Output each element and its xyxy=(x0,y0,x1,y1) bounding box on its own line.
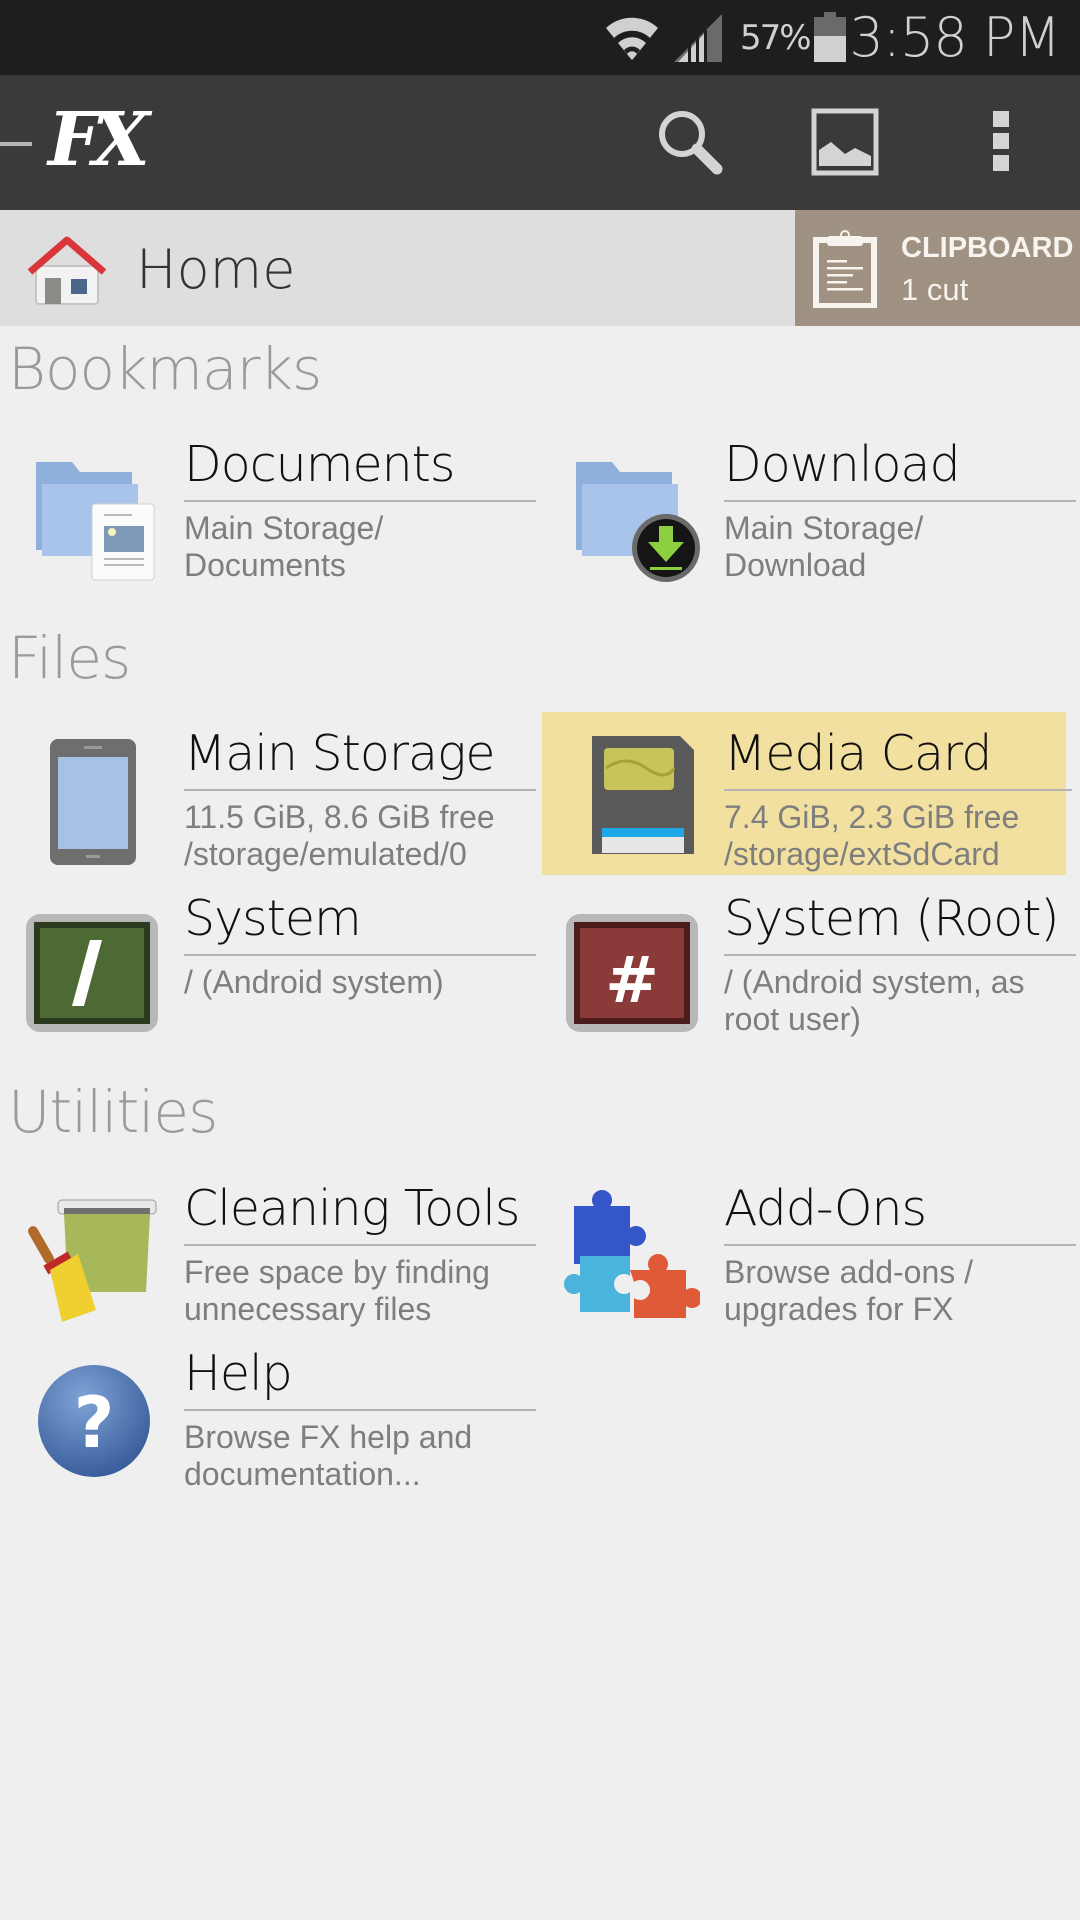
item-subtitle: Main Storage/ Documents xyxy=(184,510,384,583)
item-subtitle: 11.5 GiB, 8.6 GiB free /storage/emulated… xyxy=(184,799,495,872)
wifi-icon xyxy=(606,17,658,60)
item-title: System (Root) xyxy=(724,890,1060,947)
item-title: Help xyxy=(184,1345,293,1402)
drawer-indicator-icon[interactable] xyxy=(0,142,32,146)
item-subtitle: Main Storage/ Download xyxy=(724,510,924,583)
section-header-utilities: Utilities xyxy=(8,1078,218,1146)
divider xyxy=(184,789,536,791)
divider xyxy=(184,500,536,502)
battery-percent: 57% xyxy=(740,18,812,58)
item-title: Cleaning Tools xyxy=(184,1180,520,1237)
puzzle-addons-icon xyxy=(564,1190,700,1318)
status-bar: 57% 3:58 PM xyxy=(0,0,1080,75)
media-view-button[interactable] xyxy=(800,97,890,187)
item-subtitle: 7.4 GiB, 2.3 GiB free /storage/extSdCard xyxy=(724,799,1020,872)
divider xyxy=(184,954,536,956)
svg-text:#: # xyxy=(605,944,659,1018)
svg-text:?: ? xyxy=(74,1382,115,1464)
file-media-card[interactable]: Media Card 7.4 GiB, 2.3 GiB free /storag… xyxy=(542,712,1072,875)
item-subtitle: / (Android system) xyxy=(184,964,444,1000)
file-system[interactable]: System / (Android system) xyxy=(0,886,536,1046)
overflow-menu-button[interactable] xyxy=(956,97,1046,187)
utility-cleaning-tools[interactable]: Cleaning Tools Free space by finding unn… xyxy=(0,1176,536,1336)
system-terminal-icon xyxy=(26,914,158,1032)
divider xyxy=(724,789,1072,791)
divider xyxy=(724,500,1076,502)
search-icon xyxy=(659,111,723,175)
help-question-icon: ? xyxy=(38,1365,150,1477)
download-folder-icon xyxy=(576,462,700,582)
sd-card-icon xyxy=(592,736,694,854)
utility-add-ons[interactable]: Add-Ons Browse add-ons / upgrades for FX xyxy=(540,1176,1076,1336)
app-logo[interactable]: FX xyxy=(48,97,150,183)
breadcrumb-home[interactable]: Home xyxy=(136,238,295,301)
app-toolbar: FX xyxy=(0,75,1080,210)
divider xyxy=(724,954,1076,956)
battery-icon xyxy=(814,12,846,62)
cell-signal-icon xyxy=(674,14,722,62)
item-title: Add-Ons xyxy=(724,1180,927,1237)
item-title: Media Card xyxy=(724,725,992,782)
clipboard-icon xyxy=(813,230,877,308)
bookmark-documents[interactable]: Documents Main Storage/ Documents xyxy=(0,432,536,592)
home-icon[interactable] xyxy=(26,236,108,306)
clipboard-button[interactable]: CLIPBOARD 1 cut xyxy=(795,210,1080,326)
divider xyxy=(184,1409,536,1411)
bookmark-download[interactable]: Download Main Storage/ Download xyxy=(540,432,1076,592)
item-title: Download xyxy=(724,436,961,493)
utility-help[interactable]: ? Help Browse FX help and documentation.… xyxy=(0,1341,536,1501)
breadcrumb: Home CLIPBOARD 1 cut xyxy=(0,210,1080,326)
file-system-root[interactable]: # System (Root) / (Android system, as ro… xyxy=(540,886,1076,1046)
divider xyxy=(724,1244,1076,1246)
item-subtitle: Browse FX help and documentation... xyxy=(184,1419,473,1492)
item-title: Documents xyxy=(184,436,455,493)
item-subtitle: Browse add-ons / upgrades for FX xyxy=(724,1254,974,1327)
section-header-files: Files xyxy=(8,624,131,692)
image-icon xyxy=(811,108,879,176)
tablet-storage-icon xyxy=(50,739,136,865)
section-header-bookmarks: Bookmarks xyxy=(8,335,322,403)
clipboard-title: CLIPBOARD xyxy=(901,232,1074,264)
item-subtitle: Free space by finding unnecessary files xyxy=(184,1254,490,1327)
item-title: Main Storage xyxy=(184,725,496,782)
overflow-menu-icon xyxy=(993,111,1009,171)
item-subtitle: / (Android system, as root user) xyxy=(724,964,1025,1037)
divider xyxy=(184,1244,536,1246)
clipboard-status: 1 cut xyxy=(901,272,969,307)
search-button[interactable] xyxy=(645,97,735,187)
file-main-storage[interactable]: Main Storage 11.5 GiB, 8.6 GiB free /sto… xyxy=(0,721,536,881)
documents-folder-icon xyxy=(36,462,155,581)
cleaning-broom-icon xyxy=(28,1199,157,1322)
clock: 3:58 PM xyxy=(849,6,1061,69)
item-title: System xyxy=(184,890,362,947)
root-terminal-icon: # xyxy=(566,914,698,1032)
